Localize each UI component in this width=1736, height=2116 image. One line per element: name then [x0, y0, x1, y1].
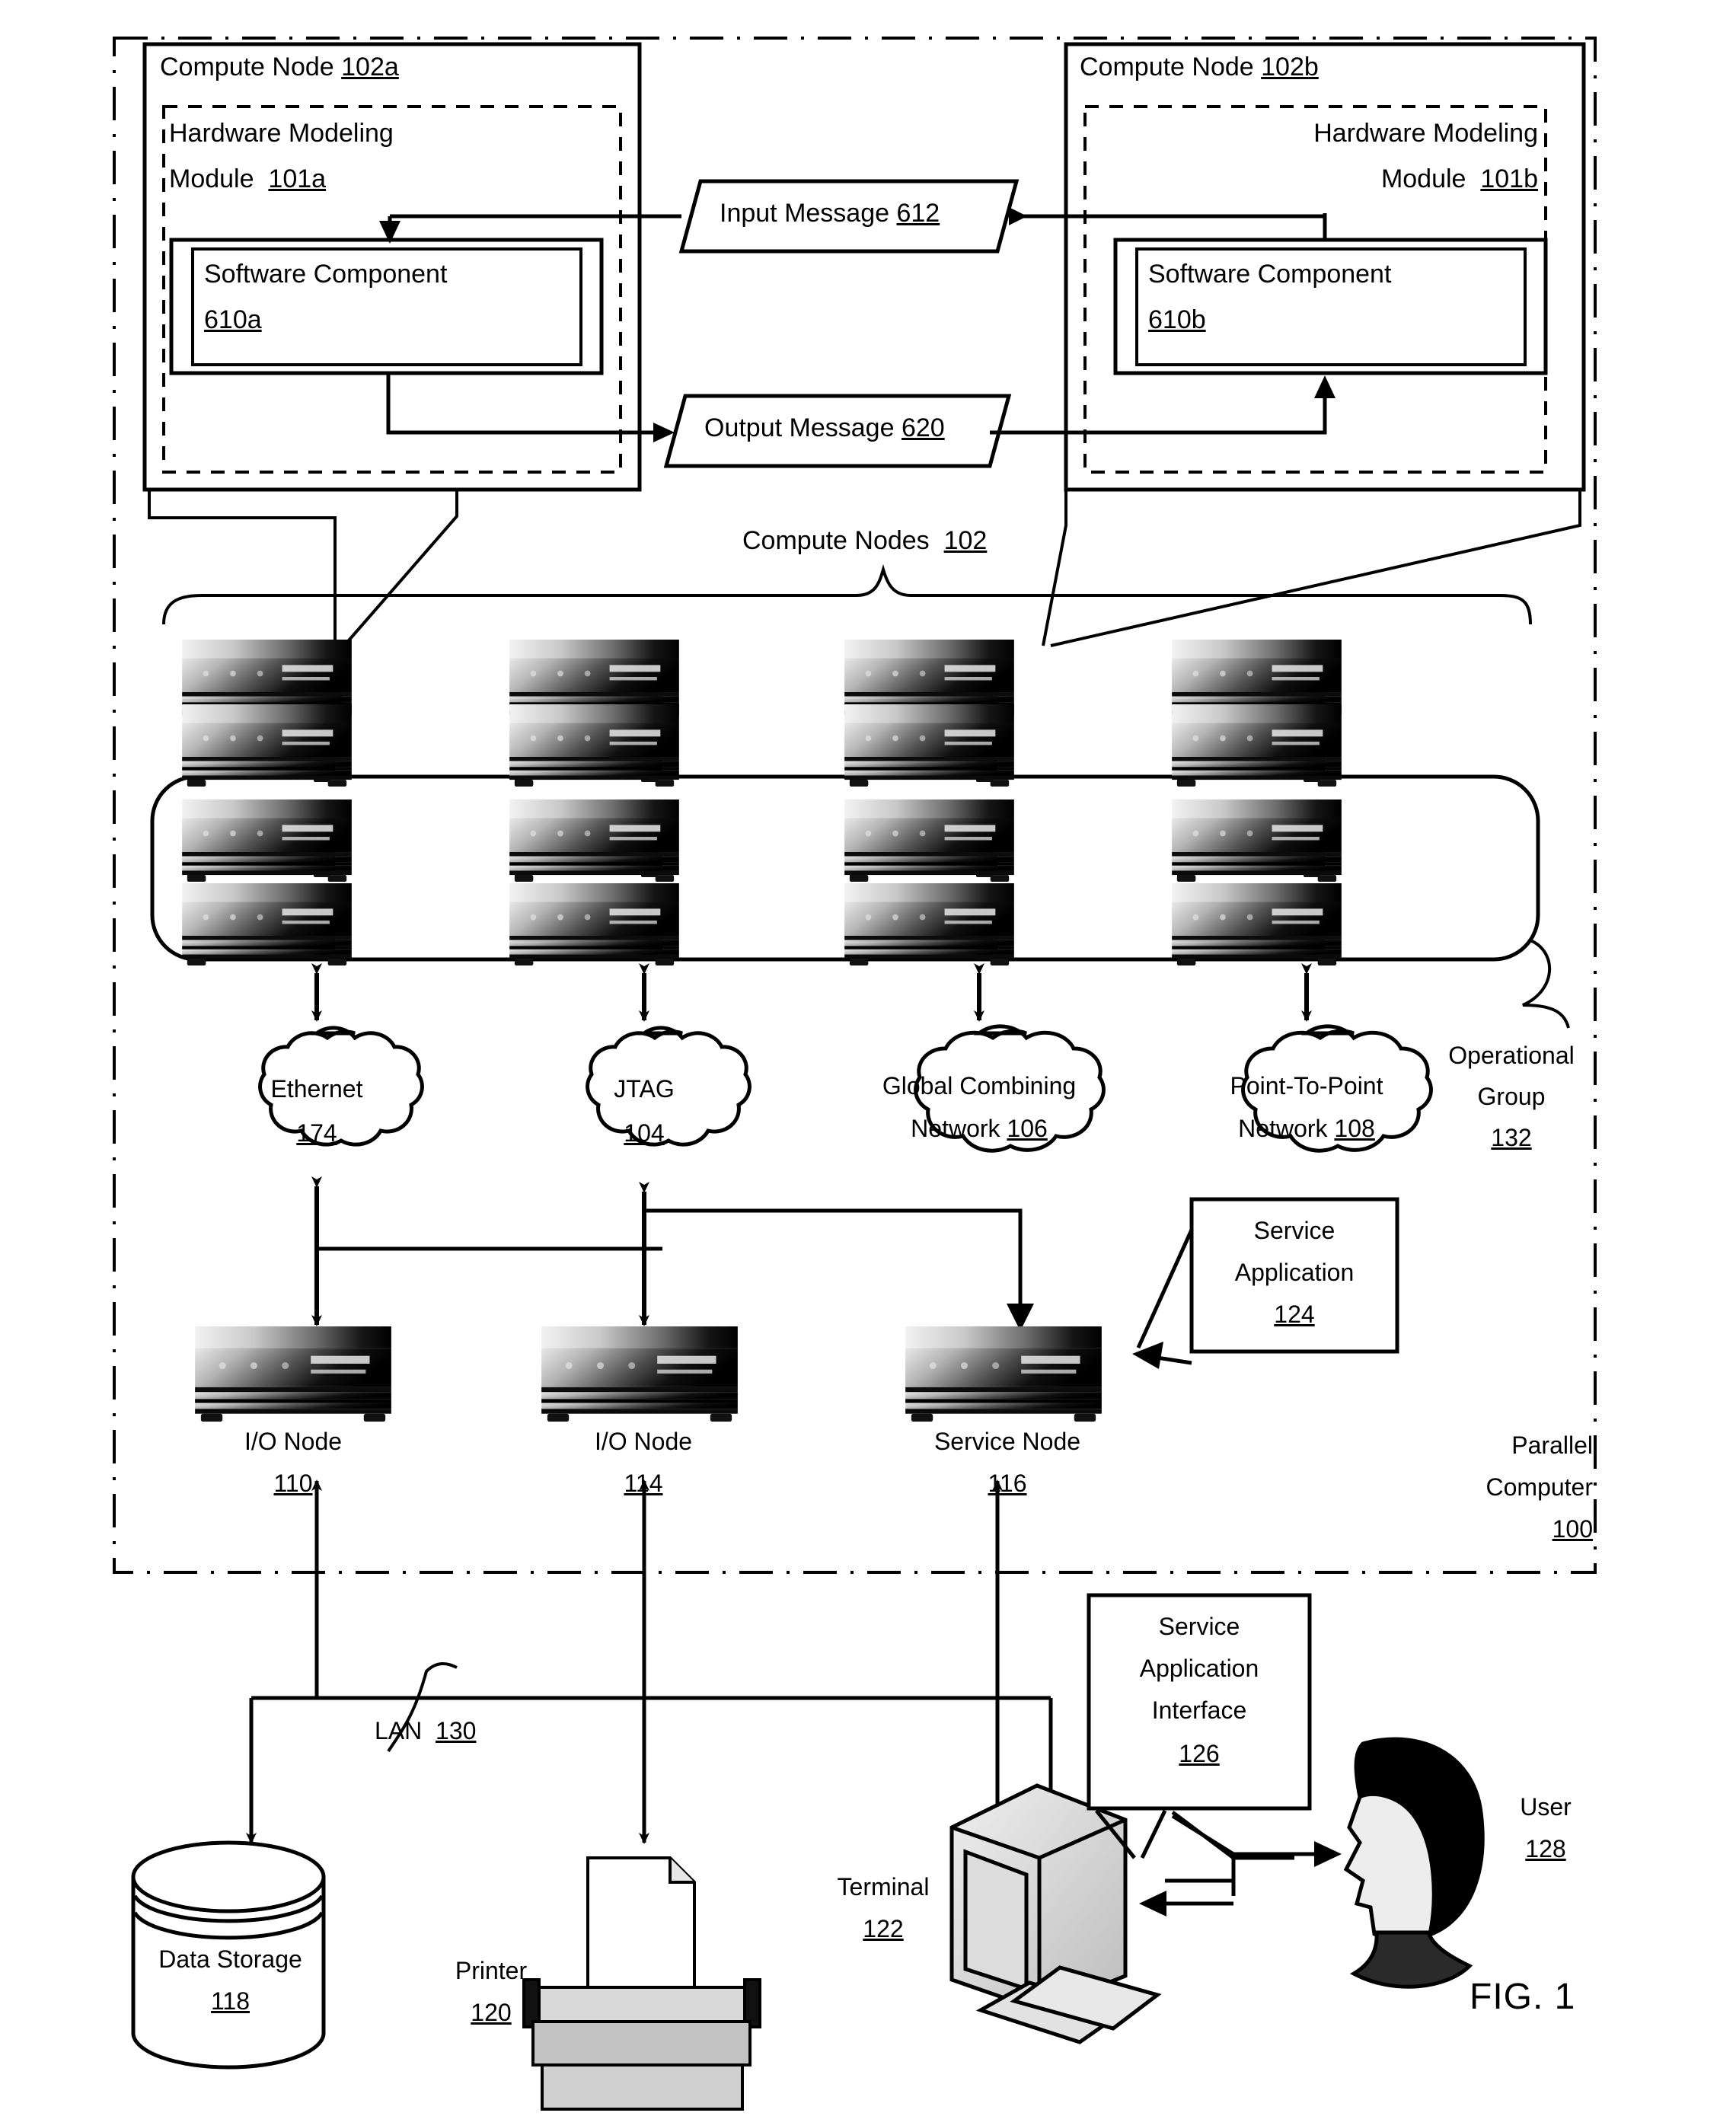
server-icon [509, 704, 679, 787]
software-component-610b-ref: 610b [1148, 305, 1206, 334]
server-icon [1172, 704, 1342, 787]
cloud-label-ethernet: Ethernet [270, 1075, 363, 1103]
output-message-620-label: Output Message 620 [704, 413, 945, 442]
cloud-label-global-combining: Global Combining [882, 1072, 1077, 1099]
hardware-modeling-module-101b-ref: Module 101b [1380, 164, 1538, 193]
server-icon [1172, 799, 1342, 882]
compute-nodes-102-label: Compute Nodes 102 [742, 526, 988, 555]
io-node-114-label: I/O Node [594, 1428, 693, 1455]
service-application-124-ref: 124 [1274, 1301, 1315, 1328]
io-node-114-icon [541, 1326, 738, 1422]
io-node-110-label: I/O Node [244, 1428, 343, 1455]
io-node-114-ref: 114 [624, 1470, 663, 1497]
io-node-110-icon [195, 1326, 391, 1422]
hardware-modeling-module-101a-label: Hardware Modeling [169, 119, 394, 148]
patent-figure-1: Compute Node 102a Hardware Modeling Modu… [0, 0, 1736, 2116]
service-node-116-icon [905, 1326, 1102, 1422]
software-component-610a-ref: 610a [204, 305, 262, 334]
server-icon [844, 704, 1014, 787]
terminal-122-label: Terminal [837, 1873, 930, 1901]
hardware-modeling-module-101b-label: Hardware Modeling [1313, 119, 1538, 148]
operational-group-label: Operational [1448, 1042, 1575, 1069]
server-icon [182, 883, 352, 965]
sai-126-line1: Service [1158, 1613, 1240, 1640]
user-128-ref: 128 [1525, 1835, 1566, 1862]
server-icon [182, 799, 352, 882]
server-icon [509, 799, 679, 882]
io-node-110-ref: 110 [273, 1470, 313, 1497]
cloud-ref-point-to-point: Network 108 [1238, 1115, 1375, 1142]
server-icon [844, 883, 1014, 965]
sai-126-line3: Interface [1151, 1696, 1247, 1724]
service-application-124-line2: Application [1234, 1259, 1355, 1286]
input-message-612-label: Input Message 612 [720, 199, 940, 228]
cloud-label-jtag: JTAG [614, 1075, 675, 1103]
user-128-label: User [1520, 1793, 1572, 1821]
figure-caption: FIG. 1 [1470, 1977, 1576, 2017]
parallel-computer-ref: 100 [1552, 1515, 1593, 1543]
software-component-610a-label: Software Component [204, 260, 448, 289]
cloud-ref-jtag: 104 [624, 1119, 665, 1147]
server-icon [182, 704, 352, 787]
compute-node-102a-title: Compute Node 102a [160, 53, 399, 81]
terminal-122-ref: 122 [863, 1915, 904, 1942]
hardware-modeling-module-101a-ref: Module 101a [169, 164, 327, 193]
data-storage-118-label: Data Storage [158, 1945, 302, 1973]
service-node-116-label: Service Node [933, 1428, 1081, 1455]
operational-group-ref: 132 [1491, 1124, 1532, 1151]
software-component-610b-label: Software Component [1148, 260, 1392, 289]
cloud-label-point-to-point: Point-To-Point [1230, 1072, 1383, 1099]
parallel-computer-line1: Parallel [1511, 1431, 1593, 1459]
service-application-124-line1: Service [1253, 1217, 1336, 1244]
printer-120-label: Printer [455, 1957, 528, 1984]
printer-120-ref: 120 [471, 1999, 512, 2026]
cloud-ref-global-combining: Network 106 [911, 1115, 1048, 1142]
cloud-ref-ethernet: 174 [296, 1119, 337, 1147]
server-icon [844, 799, 1014, 882]
sai-126-line2: Application [1139, 1655, 1259, 1682]
operational-group-label-2: Group [1477, 1083, 1546, 1110]
parallel-computer-line2: Computer [1485, 1473, 1594, 1501]
server-icon [509, 883, 679, 965]
sai-126-ref: 126 [1179, 1740, 1220, 1767]
compute-node-102b-title: Compute Node 102b [1080, 53, 1319, 81]
server-icon [1172, 883, 1342, 965]
data-storage-118-ref: 118 [210, 1987, 250, 2015]
service-node-116-ref: 116 [988, 1470, 1027, 1497]
lan-label: LAN 130 [375, 1717, 477, 1744]
